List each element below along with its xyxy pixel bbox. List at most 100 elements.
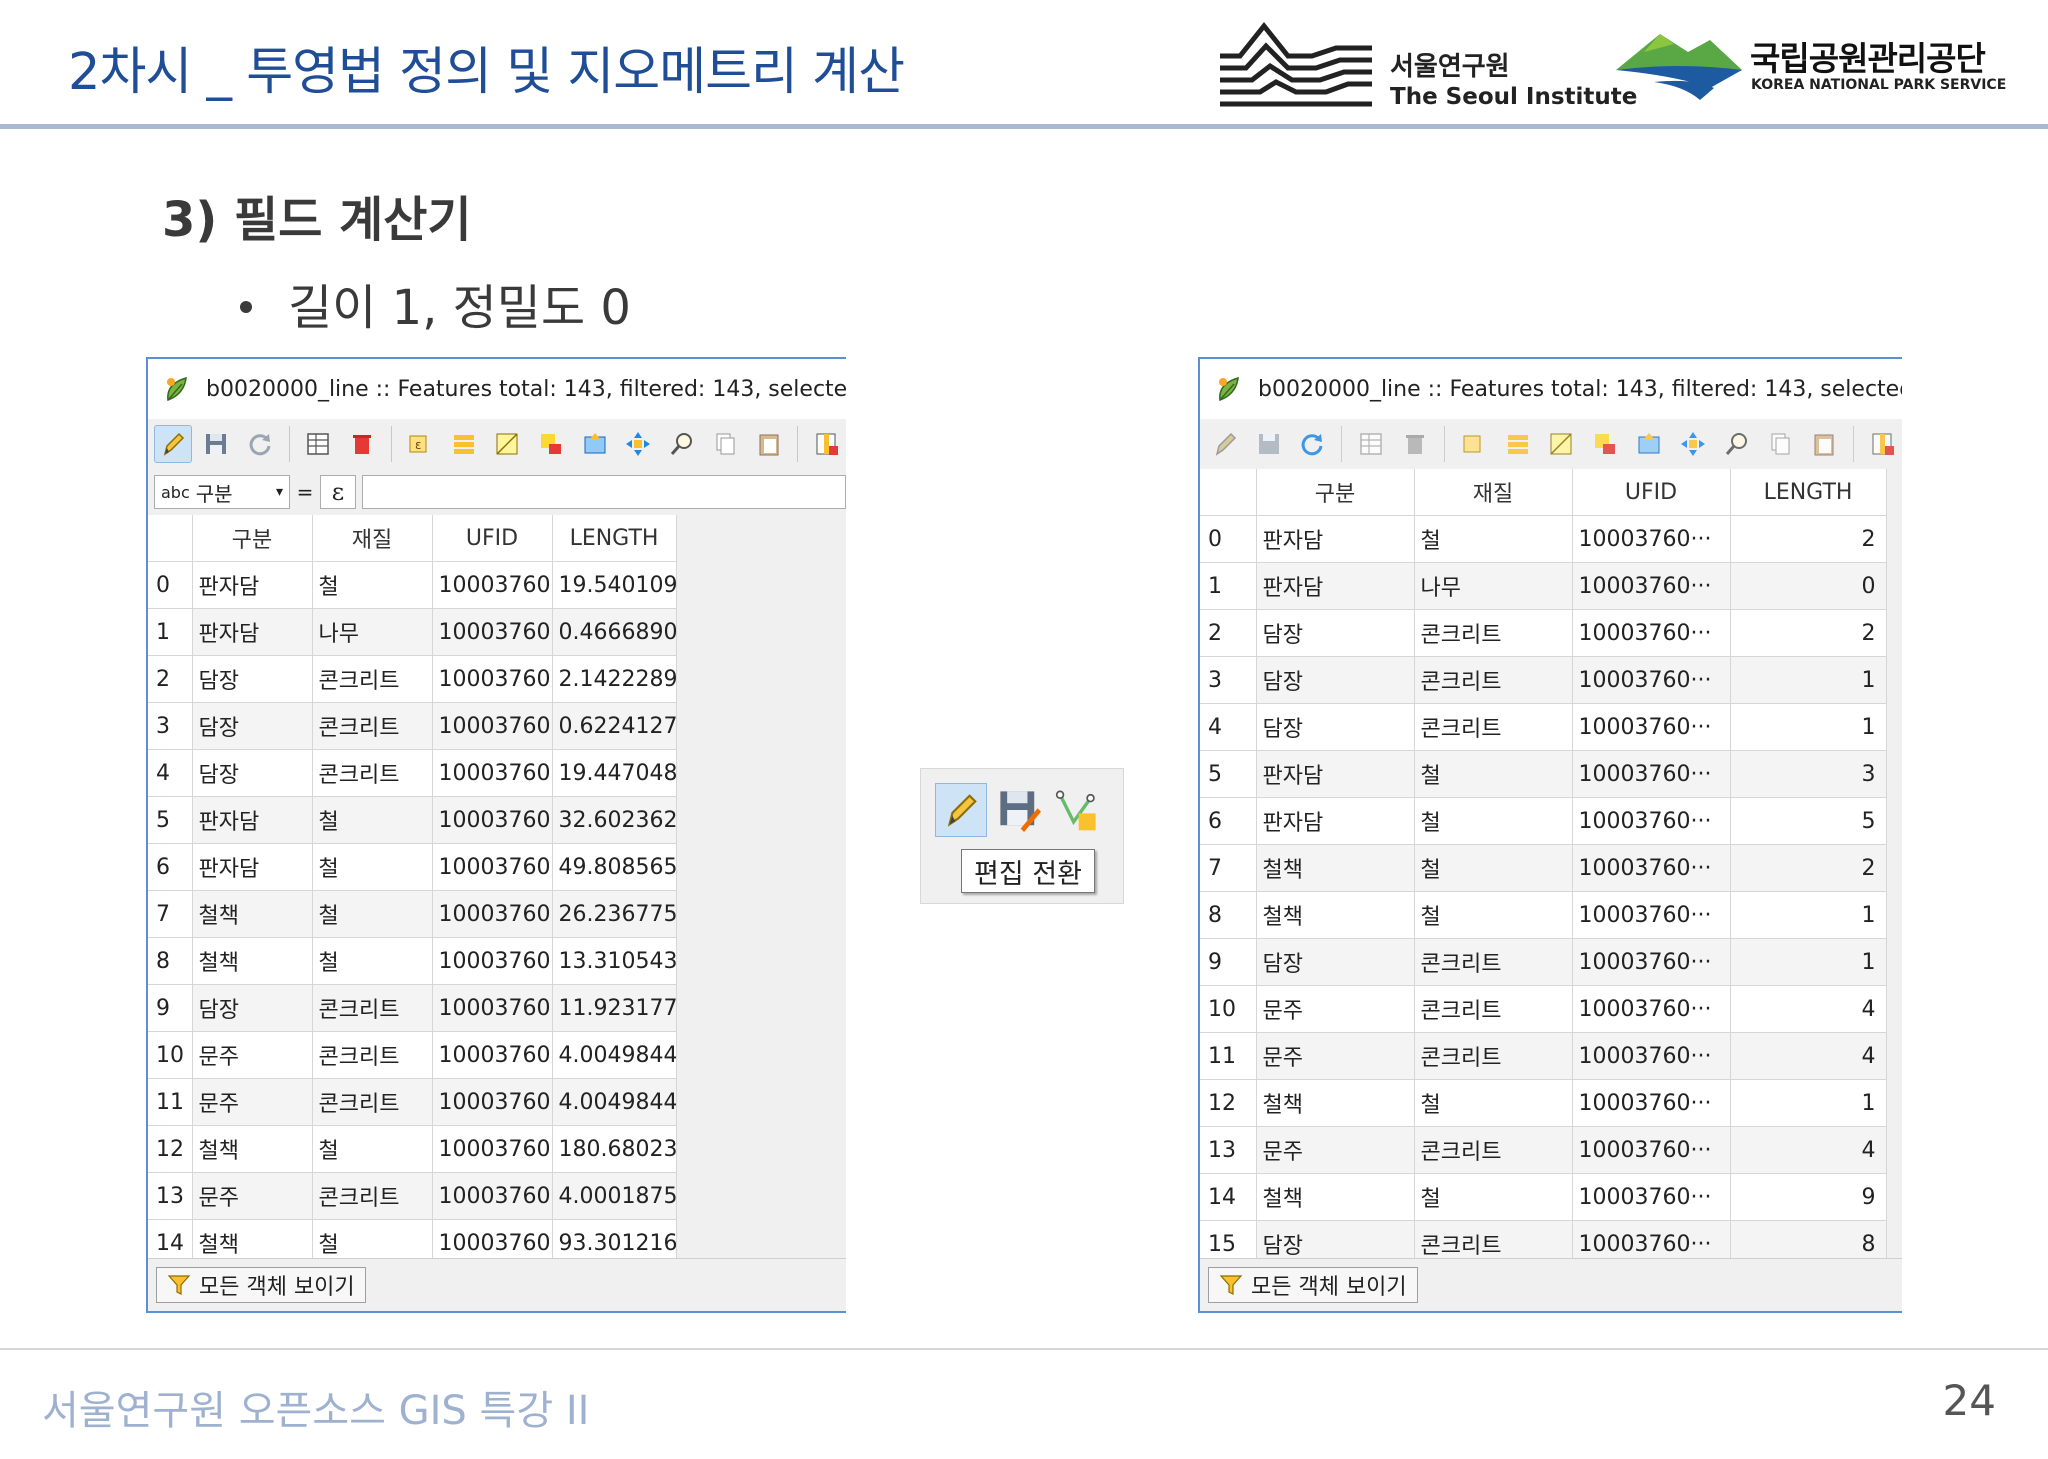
table-row[interactable]: 3담장콘크리트10003760···0.6224127···	[148, 702, 677, 750]
category-cell[interactable]: 문주	[1256, 1032, 1415, 1080]
table-row[interactable]: 0판자담철10003760···19.540109···	[148, 561, 677, 609]
ufid-cell[interactable]: 10003760···	[432, 655, 553, 703]
material-cell[interactable]: 콘크리트	[312, 1031, 433, 1079]
select-all-button[interactable]	[445, 425, 483, 463]
row-index-cell[interactable]: 5	[148, 796, 193, 844]
table-row[interactable]: 8철책철10003760···13.310543···	[148, 937, 677, 985]
column-header[interactable]: UFID	[1572, 469, 1731, 516]
table-row[interactable]: 4 담장 콘크리트 10003760··· 1	[1200, 703, 1887, 751]
add-feature-button[interactable]	[1352, 425, 1390, 463]
table-row[interactable]: 1판자담나무10003760···0.4666890···	[148, 608, 677, 656]
category-cell[interactable]: 판자담	[1256, 750, 1415, 798]
category-cell[interactable]: 철책	[1256, 1173, 1415, 1221]
category-cell[interactable]: 철책	[1256, 844, 1415, 892]
length-cell[interactable]: 32.602362···	[552, 796, 677, 844]
row-index-cell[interactable]: 0	[148, 561, 193, 609]
row-index-cell[interactable]: 9	[148, 984, 193, 1032]
show-all-features-button[interactable]: 모든 객체 보이기	[156, 1267, 366, 1303]
material-cell[interactable]: 철	[312, 937, 433, 985]
length-cell[interactable]: 9	[1730, 1173, 1887, 1221]
save-edits-button[interactable]	[993, 783, 1045, 837]
material-cell[interactable]: 철	[1414, 1079, 1573, 1127]
row-index-cell[interactable]: 1	[148, 608, 193, 656]
table-row[interactable]: 2 담장 콘크리트 10003760··· 2	[1200, 609, 1887, 657]
category-cell[interactable]: 문주	[192, 1172, 313, 1220]
material-cell[interactable]: 철	[312, 796, 433, 844]
length-cell[interactable]: 4	[1730, 1126, 1887, 1174]
ufid-cell[interactable]: 10003760···	[1572, 844, 1731, 892]
row-index-cell[interactable]: 2	[1200, 609, 1257, 657]
length-cell[interactable]: 3	[1730, 750, 1887, 798]
copy-button[interactable]	[1762, 425, 1800, 463]
ufid-cell[interactable]: 10003760···	[1572, 656, 1731, 704]
table-row[interactable]: 11 문주 콘크리트 10003760··· 4	[1200, 1032, 1887, 1080]
category-cell[interactable]: 담장	[1256, 656, 1415, 704]
table-row[interactable]: 2담장콘크리트10003760···2.1422289···	[148, 655, 677, 703]
length-cell[interactable]: 5	[1730, 797, 1887, 845]
table-row[interactable]: 10 문주 콘크리트 10003760··· 4	[1200, 985, 1887, 1033]
table-row[interactable]: 12철책철10003760···180.68023···	[148, 1125, 677, 1173]
category-cell[interactable]: 철책	[1256, 1079, 1415, 1127]
length-cell[interactable]: 1	[1730, 656, 1887, 704]
length-cell[interactable]: 2	[1730, 844, 1887, 892]
ufid-cell[interactable]: 10003760···	[1572, 1079, 1731, 1127]
category-cell[interactable]: 담장	[192, 702, 313, 750]
delete-feature-button[interactable]	[343, 425, 381, 463]
copy-button[interactable]	[706, 425, 744, 463]
deselect-all-button[interactable]	[532, 425, 570, 463]
toggle-editing-button[interactable]	[1206, 425, 1244, 463]
row-index-cell[interactable]: 11	[148, 1078, 193, 1126]
length-cell[interactable]: 4	[1730, 985, 1887, 1033]
ufid-cell[interactable]: 10003760···	[432, 937, 553, 985]
row-index-cell[interactable]: 9	[1200, 938, 1257, 986]
reload-button[interactable]	[1294, 425, 1332, 463]
delete-column-button[interactable]	[1864, 425, 1902, 463]
table-row[interactable]: 10문주콘크리트10003760···4.0049844···	[148, 1031, 677, 1079]
ufid-cell[interactable]: 10003760···	[432, 1125, 553, 1173]
length-cell[interactable]: 26.236775···	[552, 890, 677, 938]
select-by-expression-button[interactable]: ε	[402, 425, 440, 463]
ufid-cell[interactable]: 10003760···	[432, 1031, 553, 1079]
row-index-cell[interactable]: 6	[148, 843, 193, 891]
zoom-to-selection-button[interactable]	[663, 425, 701, 463]
ufid-cell[interactable]: 10003760···	[432, 1172, 553, 1220]
table-row[interactable]: 6 판자담 철 10003760··· 5	[1200, 797, 1887, 845]
row-index-cell[interactable]: 6	[1200, 797, 1257, 845]
category-cell[interactable]: 담장	[192, 984, 313, 1032]
row-index-cell[interactable]: 4	[1200, 703, 1257, 751]
material-cell[interactable]: 콘크리트	[312, 702, 433, 750]
category-cell[interactable]: 철책	[192, 937, 313, 985]
ufid-cell[interactable]: 10003760···	[432, 890, 553, 938]
ufid-cell[interactable]: 10003760···	[432, 702, 553, 750]
zoom-to-selection-button[interactable]	[1718, 425, 1756, 463]
material-cell[interactable]: 철	[1414, 797, 1573, 845]
ufid-cell[interactable]: 10003760···	[1572, 938, 1731, 986]
length-cell[interactable]: 180.68023···	[552, 1125, 677, 1173]
column-header[interactable]: 구분	[192, 515, 313, 562]
select-all-button[interactable]	[1499, 425, 1537, 463]
category-cell[interactable]: 문주	[192, 1078, 313, 1126]
reload-button[interactable]	[241, 425, 279, 463]
length-cell[interactable]: 1	[1730, 1079, 1887, 1127]
ufid-cell[interactable]: 10003760···	[1572, 1173, 1731, 1221]
category-cell[interactable]: 문주	[192, 1031, 313, 1079]
row-index-cell[interactable]: 14	[1200, 1173, 1257, 1221]
deselect-all-button[interactable]	[1586, 425, 1624, 463]
expression-builder-button[interactable]: ε	[320, 475, 356, 509]
column-header[interactable]: UFID	[432, 515, 553, 562]
ufid-cell[interactable]: 10003760···	[1572, 985, 1731, 1033]
material-cell[interactable]: 콘크리트	[312, 1172, 433, 1220]
ufid-cell[interactable]: 10003760···	[432, 608, 553, 656]
select-by-expression-button[interactable]	[1455, 425, 1493, 463]
column-header[interactable]: 재질	[312, 515, 433, 562]
row-index-cell[interactable]: 5	[1200, 750, 1257, 798]
length-cell[interactable]: 4.0001875···	[552, 1172, 677, 1220]
ufid-cell[interactable]: 10003760···	[1572, 891, 1731, 939]
material-cell[interactable]: 철	[1414, 844, 1573, 892]
material-cell[interactable]: 콘크리트	[312, 1078, 433, 1126]
length-cell[interactable]: 1	[1730, 891, 1887, 939]
length-cell[interactable]: 49.808565···	[552, 843, 677, 891]
ufid-cell[interactable]: 10003760···	[1572, 750, 1731, 798]
row-index-cell[interactable]: 10	[148, 1031, 193, 1079]
row-index-cell[interactable]: 4	[148, 749, 193, 797]
